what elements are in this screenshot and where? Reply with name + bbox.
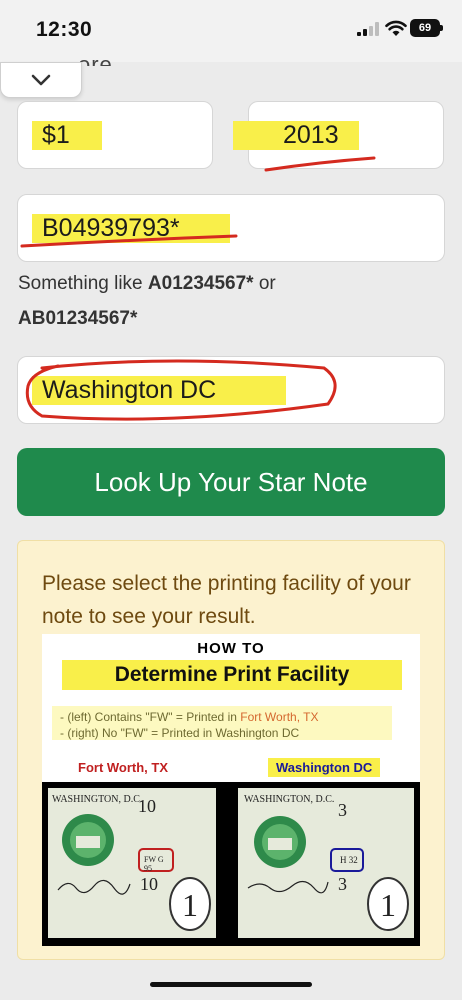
year-value: 2013 — [233, 120, 359, 150]
note-comparison: WASHINGTON, D.C. 10 FW G 95 10 1 WASHING… — [42, 782, 420, 946]
signature-icon — [57, 879, 131, 895]
label-washington-dc: Washington DC — [268, 758, 381, 777]
year-underline-annotation — [264, 156, 376, 172]
info-message: Please select the printing facility of y… — [42, 572, 411, 628]
battery-icon: 69 — [410, 19, 443, 37]
facility-circle-annotation — [25, 359, 337, 421]
treasury-seal-icon — [254, 816, 306, 868]
collapse-button[interactable] — [0, 62, 82, 98]
print-facility-guide: HOW TO Determine Print Facility - (left)… — [42, 634, 420, 946]
svg-text:1: 1 — [380, 887, 396, 923]
bill-washington-dc: WASHINGTON, D.C. 3 H 32 3 1 — [238, 788, 414, 938]
one-dollar-seal-icon: 1 — [169, 877, 211, 931]
wifi-icon — [385, 20, 407, 36]
one-dollar-seal-icon: 1 — [367, 877, 409, 931]
treasury-seal-icon — [62, 814, 114, 866]
signature-icon — [247, 880, 329, 894]
serial-hint: Something like A01234567* or AB01234567* — [18, 273, 276, 329]
cellular-signal-icon — [357, 22, 379, 36]
lookup-star-note-button[interactable]: Look Up Your Star Note — [17, 448, 445, 516]
guide-subtitle: Determine Print Facility — [62, 660, 402, 690]
bill-fort-worth: WASHINGTON, D.C. 10 FW G 95 10 1 — [48, 788, 216, 938]
label-fort-worth: Fort Worth, TX — [78, 760, 169, 775]
denomination-value: $1 — [32, 120, 102, 150]
cut-off-heading: ore. — [78, 52, 120, 66]
svg-text:1: 1 — [182, 887, 198, 923]
serial-underline-annotation — [20, 234, 238, 248]
status-bar: 12:30 69 — [0, 0, 462, 62]
clock: 12:30 — [36, 18, 93, 41]
chevron-down-icon — [31, 74, 51, 86]
dc-mark-box: H 32 — [330, 848, 364, 872]
home-indicator[interactable] — [150, 982, 312, 987]
denomination-field[interactable]: $1 — [17, 101, 213, 169]
guide-lines-highlight — [52, 706, 392, 740]
guide-title: HOW TO — [197, 640, 265, 657]
fw-mark-box: FW G 95 — [138, 848, 174, 873]
